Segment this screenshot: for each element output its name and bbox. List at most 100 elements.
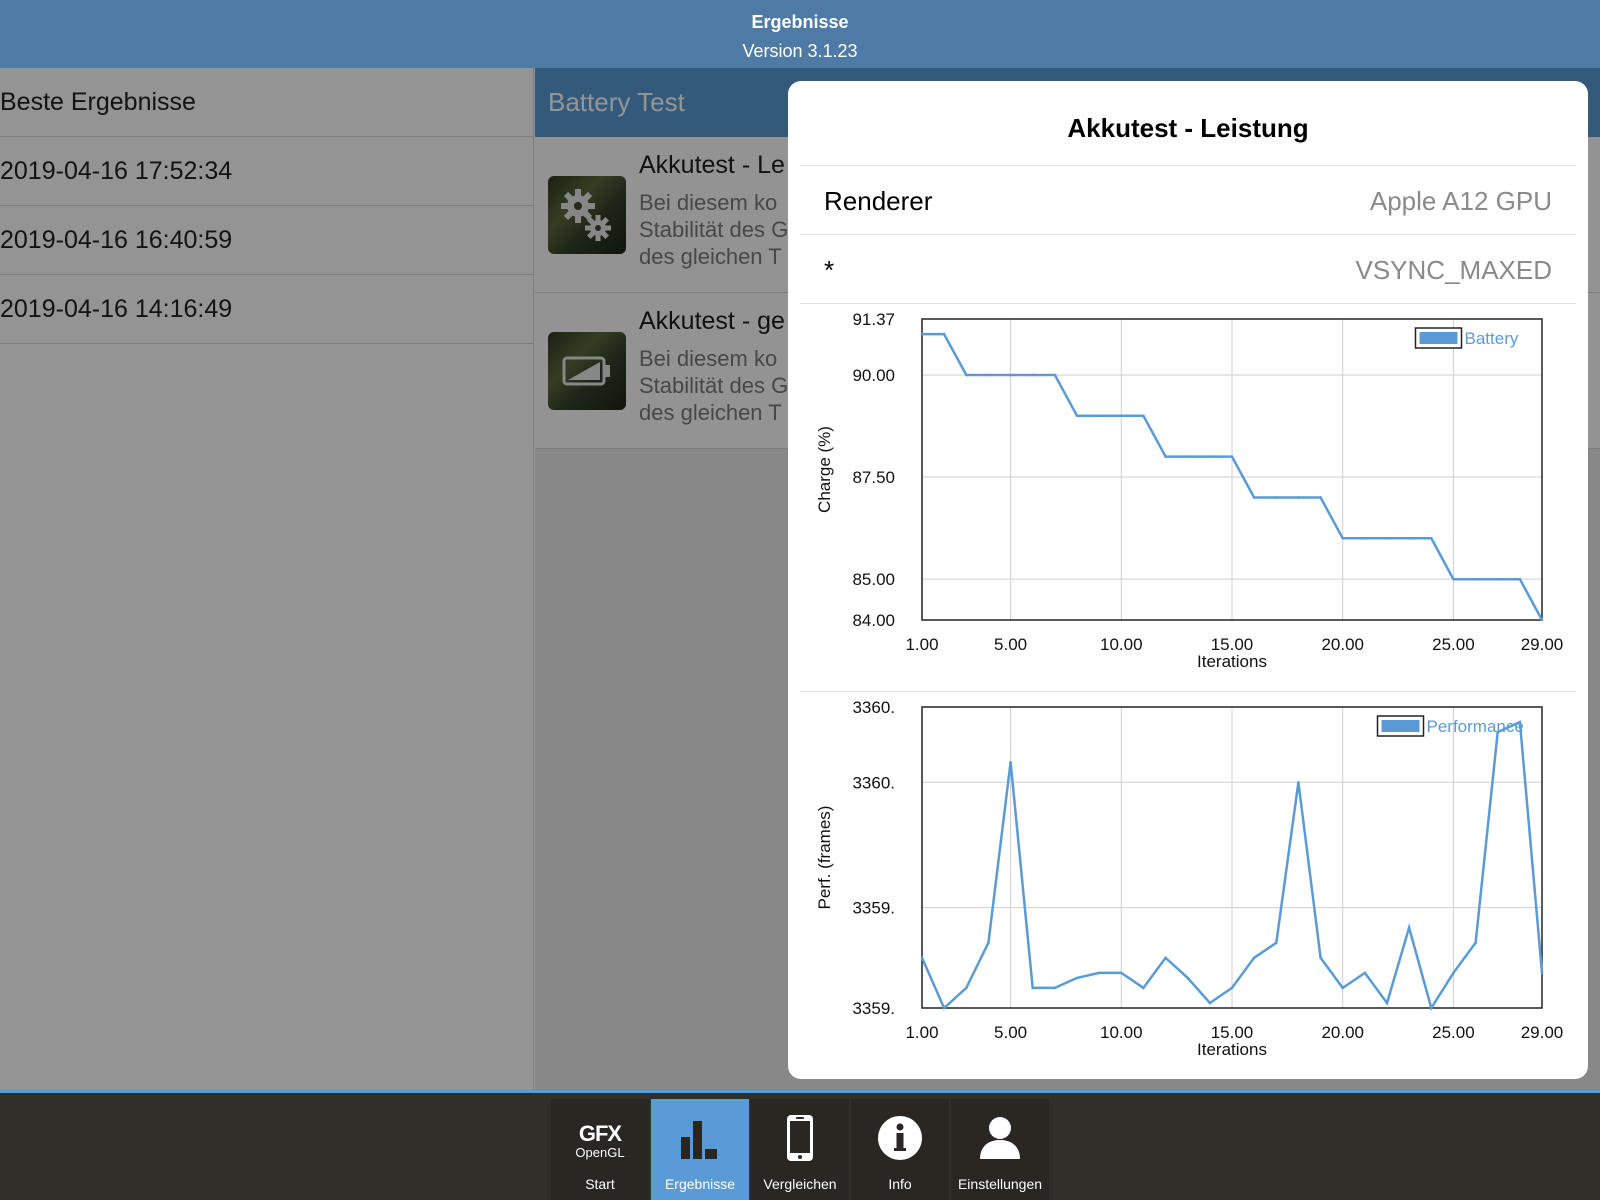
- y-axis-label: Perf. (frames): [815, 806, 834, 910]
- detail-row-renderer: Renderer Apple A12 GPU: [800, 165, 1576, 233]
- y-tick-label: 3359.: [852, 999, 895, 1018]
- detail-value: Apple A12 GPU: [1369, 186, 1552, 216]
- y-tick-label: 85.00: [852, 570, 895, 589]
- data-point: [987, 373, 990, 377]
- y-axis-label: Charge (%): [815, 426, 834, 513]
- data-point: [920, 332, 924, 336]
- data-point: [1407, 537, 1411, 540]
- data-point: [1385, 1001, 1389, 1005]
- x-tick-label: 20.00: [1321, 635, 1364, 654]
- data-point: [1518, 577, 1522, 581]
- data-point: [1363, 971, 1367, 975]
- data-point: [1208, 455, 1212, 458]
- tab-info[interactable]: Info: [851, 1099, 949, 1200]
- x-tick-label: 10.00: [1100, 635, 1143, 654]
- data-point: [1186, 976, 1190, 980]
- data-point: [1407, 926, 1411, 930]
- phone-icon: [787, 1115, 813, 1161]
- data-point: [1252, 956, 1256, 960]
- performance-chart-svg: 1.00 5.00 10.00 15.00 20.00 25.00 29.003360.33…: [815, 698, 1564, 1059]
- version-label: Version 3.1.23: [742, 41, 858, 61]
- data-point: [1452, 971, 1455, 975]
- y-tick-label: 3359.: [852, 899, 895, 918]
- tab-results[interactable]: Ergebnisse: [651, 1099, 749, 1200]
- tab-label: Ergebnisse: [664, 1176, 736, 1192]
- page-title: Ergebnisse: [751, 12, 849, 32]
- data-point: [1208, 1001, 1212, 1005]
- data-point: [1186, 455, 1190, 458]
- data-point: [1053, 986, 1057, 990]
- data-point: [1230, 986, 1234, 990]
- data-point: [1297, 496, 1300, 499]
- data-point: [1341, 986, 1345, 990]
- tab-settings[interactable]: Einstellungen: [951, 1099, 1049, 1200]
- person-icon: [980, 1117, 1020, 1159]
- nav-header: Ergebnisse Version 3.1.23: [0, 0, 1600, 68]
- tab-start[interactable]: GFX OpenGL Start: [551, 1099, 649, 1200]
- data-point: [1230, 455, 1234, 458]
- x-tick-label: 1.00: [905, 635, 938, 654]
- data-point: [1319, 496, 1322, 499]
- tab-label: Info: [888, 1176, 912, 1192]
- data-point: [1540, 618, 1544, 622]
- data-point: [1540, 971, 1544, 975]
- x-tick-label: 5.00: [994, 1023, 1027, 1042]
- data-point: [920, 956, 924, 960]
- x-tick-label: 10.00: [1100, 1023, 1143, 1042]
- performance-chart: 1.00 5.00 10.00 15.00 20.00 25.00 29.00 3360. 33…: [800, 691, 1576, 1079]
- x-axis-label: Iterations: [1197, 1040, 1267, 1059]
- legend-swatch: [1381, 720, 1420, 732]
- logo-text: GFX: [578, 1121, 622, 1146]
- tab-compare[interactable]: Vergleichen: [751, 1099, 849, 1200]
- data-point: [1142, 986, 1145, 990]
- y-tick-label: 87.50: [852, 468, 895, 487]
- popover-title: Akkutest - Leistung: [1067, 113, 1309, 143]
- y-tick-label: 84.00: [852, 611, 895, 630]
- data-point: [1053, 373, 1057, 377]
- data-point: [1252, 496, 1256, 499]
- data-point: [1452, 577, 1455, 581]
- data-point: [1164, 956, 1167, 960]
- detail-key: *: [824, 255, 835, 285]
- data-point: [1496, 577, 1500, 581]
- battery-chart-svg: 1.00 5.00 10.00 15.00 20.00 25.00 29.0091.3790…: [815, 310, 1563, 671]
- data-point: [1031, 986, 1035, 990]
- y-tick-label: 90.00: [852, 366, 895, 385]
- legend-label: Battery: [1465, 329, 1519, 348]
- data-point: [1075, 976, 1079, 980]
- tab-label: Einstellungen: [957, 1176, 1043, 1192]
- data-point: [1009, 373, 1012, 377]
- x-tick-label: 25.00: [1432, 1023, 1475, 1042]
- tab-label: Start: [585, 1176, 615, 1192]
- y-tick-label: 3360.: [852, 773, 895, 792]
- x-tick-label: 5.00: [994, 635, 1027, 654]
- info-icon: [878, 1116, 922, 1160]
- logo-subtext: OpenGL: [575, 1145, 625, 1160]
- data-point: [942, 1006, 946, 1010]
- data-point: [1119, 971, 1123, 975]
- detail-key: Renderer: [824, 186, 933, 216]
- data-point: [1474, 577, 1477, 581]
- data-point: [964, 986, 968, 990]
- data-point: [1009, 760, 1012, 764]
- data-point: [1142, 414, 1145, 418]
- data-point: [942, 332, 946, 336]
- x-axis-label: Iterations: [1197, 652, 1267, 671]
- data-point: [1319, 956, 1322, 960]
- data-point: [1075, 414, 1079, 418]
- data-point: [1429, 537, 1433, 540]
- data-point: [1474, 941, 1477, 945]
- y-tick-label: 91.37: [852, 310, 895, 329]
- data-point: [1274, 496, 1278, 499]
- data-point: [1341, 537, 1345, 540]
- x-tick-label: 1.00: [905, 1023, 938, 1042]
- result-detail-popover: Akkutest - Leistung Renderer Apple A12 G…: [788, 81, 1588, 1079]
- detail-row-flags: * VSYNC_MAXED: [800, 234, 1576, 302]
- x-tick-label: 29.00: [1521, 1023, 1564, 1042]
- x-tick-label: 25.00: [1432, 635, 1475, 654]
- y-tick-label: 3360.: [852, 698, 895, 717]
- data-point: [1385, 537, 1389, 540]
- tab-bar: GFX OpenGL Start Ergebnisse Vergleichen …: [0, 1090, 1600, 1200]
- data-point: [987, 941, 990, 945]
- data-point: [1031, 373, 1035, 377]
